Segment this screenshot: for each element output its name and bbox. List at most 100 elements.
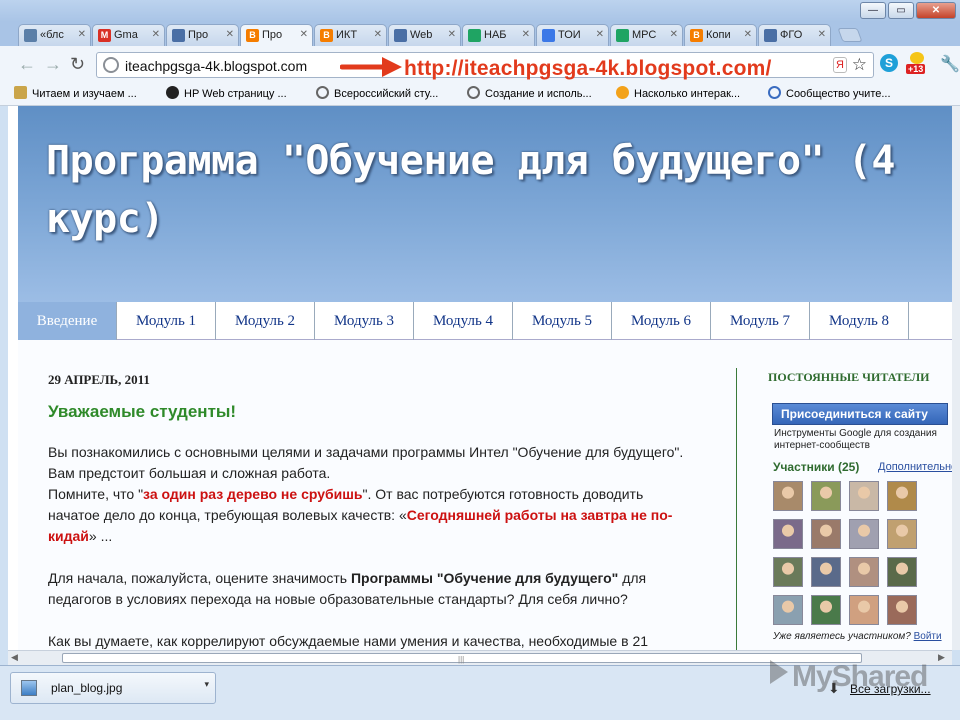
close-window-button[interactable]: ✕ xyxy=(916,2,956,19)
grip-icon: ||| xyxy=(458,655,465,664)
close-icon[interactable]: ✕ xyxy=(374,29,382,40)
bookmark-item[interactable]: Сообщество учите... xyxy=(768,86,891,104)
bookmark-item[interactable]: HP Web страницу ... xyxy=(166,86,287,104)
nav-tab-module-6[interactable]: Модуль 6 xyxy=(612,302,711,340)
column-divider xyxy=(736,368,737,650)
tab-strip: «блс ✕ M Gma ✕ Про ✕ B Про ✕ B ИКТ ✕ Web… xyxy=(0,22,960,46)
member-avatar[interactable] xyxy=(849,595,879,625)
tab-label: Web xyxy=(410,29,433,41)
member-avatar[interactable] xyxy=(849,519,879,549)
nav-tab-module-3[interactable]: Модуль 3 xyxy=(315,302,414,340)
close-icon[interactable]: ✕ xyxy=(818,29,826,40)
intel-icon xyxy=(768,86,781,99)
browser-tab[interactable]: ФГО ✕ xyxy=(758,24,831,46)
vertical-scrollbar[interactable] xyxy=(952,106,960,650)
post-date: 29 АПРЕЛЬ, 2011 xyxy=(48,372,150,387)
member-avatar[interactable] xyxy=(887,519,917,549)
nav-tab-module-1[interactable]: Модуль 1 xyxy=(117,302,216,340)
close-icon[interactable]: ✕ xyxy=(226,29,234,40)
chevron-down-icon[interactable]: ▾ xyxy=(204,679,209,690)
play-icon xyxy=(770,660,788,684)
member-avatar[interactable] xyxy=(811,595,841,625)
browser-tab[interactable]: Про ✕ xyxy=(166,24,239,46)
browser-tab[interactable]: НАБ ✕ xyxy=(462,24,535,46)
member-avatar[interactable] xyxy=(887,481,917,511)
skype-icon[interactable]: S xyxy=(880,54,898,72)
close-icon[interactable]: ✕ xyxy=(300,29,308,40)
address-url[interactable]: iteachpgsga-4k.blogspot.com xyxy=(125,58,307,74)
document-icon xyxy=(764,29,777,42)
bookmark-label: Насколько интерак... xyxy=(634,88,741,100)
close-icon[interactable]: ✕ xyxy=(596,29,604,40)
member-avatar[interactable] xyxy=(773,481,803,511)
yandex-icon[interactable]: Я xyxy=(833,57,847,73)
bookmark-label: Всероссийский сту... xyxy=(334,88,439,100)
folder-icon xyxy=(14,86,27,99)
member-avatar[interactable] xyxy=(849,557,879,587)
minimize-button[interactable]: — xyxy=(860,2,886,19)
browser-tab[interactable]: «блс ✕ xyxy=(18,24,91,46)
scroll-left-icon[interactable]: ◀ xyxy=(11,652,18,663)
member-avatar[interactable] xyxy=(811,481,841,511)
browser-tab[interactable]: B ИКТ ✕ xyxy=(314,24,387,46)
wrench-icon[interactable]: 🔧 xyxy=(940,54,960,74)
member-avatar[interactable] xyxy=(811,519,841,549)
reload-icon[interactable]: ↻ xyxy=(70,54,85,75)
login-link[interactable]: Войти xyxy=(914,631,942,642)
scrollbar-thumb[interactable]: ||| xyxy=(62,653,862,664)
bookmark-item[interactable]: Всероссийский сту... xyxy=(316,86,438,104)
more-link[interactable]: Дополнительно xyxy=(878,461,952,473)
member-avatar[interactable] xyxy=(811,557,841,587)
weather-extension-icon[interactable]: +13 xyxy=(906,52,928,76)
nav-tab-module-2[interactable]: Модуль 2 xyxy=(216,302,315,340)
spreadsheet-icon xyxy=(468,29,481,42)
close-icon[interactable]: ✕ xyxy=(744,29,752,40)
bookmark-item[interactable]: Насколько интерак... xyxy=(616,86,740,104)
sidebar-heading: ПОСТОЯННЫЕ ЧИТАТЕЛИ xyxy=(768,370,930,384)
close-icon[interactable]: ✕ xyxy=(448,29,456,40)
member-avatar[interactable] xyxy=(887,595,917,625)
nav-tab-module-8[interactable]: Модуль 8 xyxy=(810,302,909,340)
bookmark-item[interactable]: Читаем и изучаем ... xyxy=(14,86,137,104)
bookmark-item[interactable]: Создание и исполь... xyxy=(467,86,592,104)
member-avatar[interactable] xyxy=(773,519,803,549)
member-avatar[interactable] xyxy=(773,595,803,625)
tab-label: Про xyxy=(262,29,283,41)
browser-tab[interactable]: Web ✕ xyxy=(388,24,461,46)
back-arrow-icon[interactable]: ← xyxy=(18,54,36,75)
blog-header: Программа "Обучение для будущего" (4 кур… xyxy=(18,106,952,302)
blogger-icon: B xyxy=(246,29,259,42)
join-site-button[interactable]: Присоединиться к сайту xyxy=(772,403,948,425)
tab-label: Копи xyxy=(706,29,731,41)
browser-tab[interactable]: МРС ✕ xyxy=(610,24,683,46)
nav-tab-module-4[interactable]: Модуль 4 xyxy=(414,302,513,340)
member-avatar[interactable] xyxy=(773,557,803,587)
bookmark-label: Создание и исполь... xyxy=(485,88,592,100)
forward-arrow-icon[interactable]: → xyxy=(44,54,62,75)
new-tab-button[interactable] xyxy=(837,28,863,42)
tab-label: НАБ xyxy=(484,29,507,41)
close-icon[interactable]: ✕ xyxy=(78,29,86,40)
close-icon[interactable]: ✕ xyxy=(670,29,678,40)
nav-tab-module-5[interactable]: Модуль 5 xyxy=(513,302,612,340)
maximize-button[interactable]: ▭ xyxy=(888,2,914,19)
member-avatar[interactable] xyxy=(849,481,879,511)
page-viewport[interactable]: Программа "Обучение для будущего" (4 кур… xyxy=(8,106,952,650)
close-icon[interactable]: ✕ xyxy=(522,29,530,40)
browser-tab[interactable]: ТОИ ✕ xyxy=(536,24,609,46)
browser-tab[interactable]: M Gma ✕ xyxy=(92,24,165,46)
image-file-icon xyxy=(21,680,37,696)
nav-tab-intro[interactable]: Введение xyxy=(18,302,117,340)
member-question: Уже являетесь участником? Войти xyxy=(773,631,942,642)
download-item[interactable]: plan_blog.jpg ▾ xyxy=(10,672,216,704)
watermark-logo: MyShared xyxy=(770,660,928,694)
bookmark-star-icon[interactable]: ☆ xyxy=(852,55,867,75)
browser-tab[interactable]: B Копи ✕ xyxy=(684,24,757,46)
close-icon[interactable]: ✕ xyxy=(152,29,160,40)
browser-tab-active[interactable]: B Про ✕ xyxy=(240,24,313,46)
member-question-text: Уже являетесь участником? xyxy=(773,631,911,642)
nav-tab-module-7[interactable]: Модуль 7 xyxy=(711,302,810,340)
scroll-right-icon[interactable]: ▶ xyxy=(938,652,945,663)
member-avatar[interactable] xyxy=(887,557,917,587)
gmail-icon: M xyxy=(98,29,111,42)
